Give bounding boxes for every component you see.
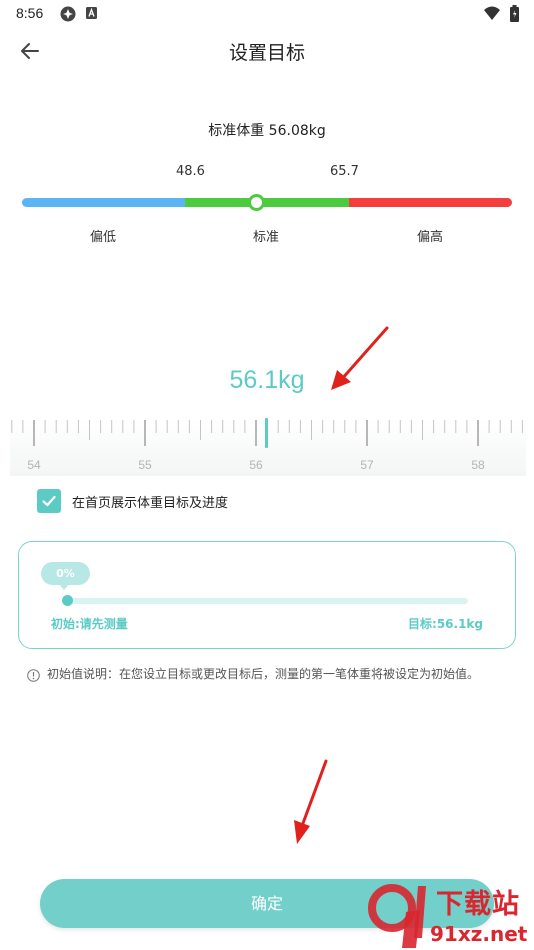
- ruler-ticks: [11, 420, 523, 446]
- progress-card: 0% 初始:请先测量 目标:56.1kg: [18, 541, 516, 649]
- checkbox-checked-icon[interactable]: [37, 489, 61, 513]
- initial-value-note: 初始值说明：在您设立目标或更改目标后，测量的第一笔体重将被设定为初始值。: [47, 667, 480, 681]
- annotation-arrow-2: [294, 759, 328, 844]
- current-weight-marker: [248, 194, 265, 211]
- watermark-logo-icon: [368, 884, 426, 948]
- range-segment-high: [349, 198, 512, 207]
- target-weight-value: 56.1kg: [229, 366, 305, 394]
- weight-ruler[interactable]: 54 55 56 57 58: [10, 418, 526, 476]
- status-bar: 8:56: [0, 0, 534, 28]
- show-on-home-checkbox[interactable]: 在首页展示体重目标及进度: [37, 488, 228, 514]
- page-title: 设置目标: [228, 42, 305, 64]
- site-watermark: 下载站 91xz.net: [362, 882, 534, 950]
- progress-track: [64, 598, 468, 604]
- range-label-high: 偏高: [417, 230, 444, 245]
- checkbox-label: 在首页展示体重目标及进度: [72, 495, 229, 511]
- range-low-value: 48.6: [176, 164, 205, 179]
- progress-dot: [62, 595, 73, 606]
- weight-range-bar: [22, 198, 512, 207]
- notification-a-icon: [86, 7, 97, 19]
- ruler-label: 55: [138, 458, 152, 472]
- checkmark-icon: [42, 495, 56, 507]
- ruler-label: 58: [471, 458, 485, 472]
- range-label-normal: 标准: [253, 230, 280, 245]
- ruler-indicator: [265, 418, 268, 448]
- watermark-main-text: 下载站: [436, 889, 520, 920]
- ruler-label: 54: [27, 458, 41, 472]
- app-notification-icon: [60, 6, 76, 22]
- battery-icon: [510, 5, 519, 22]
- wifi-icon: [484, 6, 500, 20]
- info-icon: [27, 669, 40, 682]
- ruler-label: 57: [360, 458, 374, 472]
- range-label-low: 偏低: [90, 230, 117, 245]
- standard-weight-label: 标准体重 56.08kg: [208, 123, 326, 139]
- progress-percent-bubble: 0%: [41, 562, 90, 585]
- progress-bubble-tail: [59, 584, 69, 590]
- progress-goal-label: 目标:56.1kg: [408, 617, 483, 631]
- status-time: 8:56: [16, 5, 44, 21]
- ruler-label: 56: [249, 458, 263, 472]
- range-segment-normal: [185, 198, 349, 207]
- watermark-url: 91xz.net: [430, 922, 528, 946]
- progress-start-label: 初始:请先测量: [51, 617, 128, 631]
- range-high-value: 65.7: [330, 164, 359, 179]
- range-segment-low: [22, 198, 185, 207]
